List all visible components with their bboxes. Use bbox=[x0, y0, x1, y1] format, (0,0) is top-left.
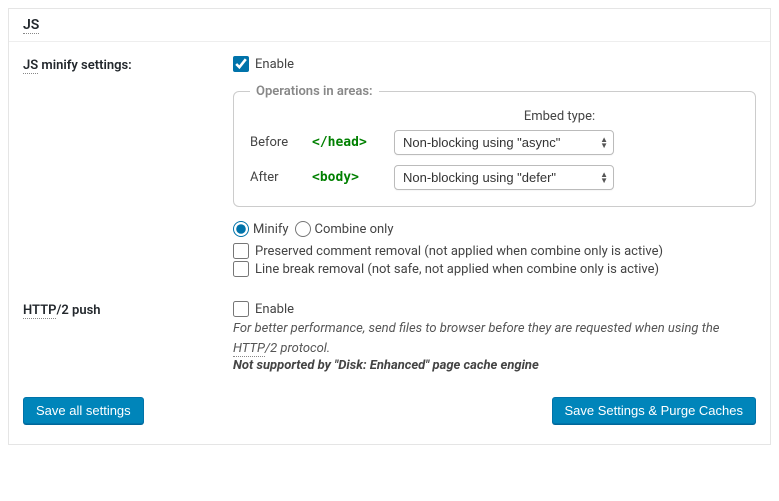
http2-label: HTTP/2 push bbox=[23, 301, 233, 318]
ops-row-after: After <body> Non-blocking using "defer" … bbox=[250, 165, 739, 190]
http2-enable-label: Enable bbox=[255, 302, 294, 317]
js-minify-label: JS minify settings: bbox=[23, 56, 233, 73]
js-enable-label: Enable bbox=[255, 57, 294, 72]
panel-title: JS bbox=[23, 17, 756, 33]
js-minify-row: JS minify settings: Enable Operations in… bbox=[23, 56, 756, 279]
save-all-button[interactable]: Save all settings bbox=[23, 397, 144, 424]
save-purge-button[interactable]: Save Settings & Purge Caches bbox=[552, 397, 757, 424]
embed-select-before[interactable]: Non-blocking using "async" bbox=[394, 130, 614, 155]
minify-radio[interactable] bbox=[233, 221, 249, 237]
operations-legend: Operations in areas: bbox=[250, 84, 379, 99]
combine-radio[interactable] bbox=[295, 221, 311, 237]
tag-head: </head> bbox=[312, 135, 382, 150]
http2-row: HTTP/2 push Enable For better performanc… bbox=[23, 301, 756, 373]
js-minify-content: Enable Operations in areas: Embed type: … bbox=[233, 56, 756, 279]
combine-radio-label: Combine only bbox=[315, 222, 394, 237]
minify-radio-wrap[interactable]: Minify bbox=[233, 221, 289, 237]
pos-before-label: Before bbox=[250, 135, 300, 150]
js-enable-checkbox[interactable] bbox=[233, 56, 249, 72]
linebreak-label: Line break removal (not safe, not applie… bbox=[255, 262, 659, 277]
linebreak-checkbox[interactable] bbox=[233, 261, 249, 277]
minify-radio-label: Minify bbox=[253, 222, 289, 237]
embed-type-header: Embed type: bbox=[380, 109, 739, 124]
pos-after-label: After bbox=[250, 170, 300, 185]
panel-header: JS bbox=[9, 9, 770, 42]
minify-mode-group: Minify Combine only bbox=[233, 221, 756, 237]
http2-not-supported: Not supported by "Disk: Enhanced" page c… bbox=[233, 358, 756, 373]
embed-select-after[interactable]: Non-blocking using "defer" bbox=[394, 165, 614, 190]
http2-content: Enable For better performance, send file… bbox=[233, 301, 756, 373]
tag-body: <body> bbox=[312, 170, 382, 185]
combine-radio-wrap[interactable]: Combine only bbox=[295, 221, 394, 237]
js-settings-panel: JS JS minify settings: Enable Operations… bbox=[8, 8, 771, 445]
button-row: Save all settings Save Settings & Purge … bbox=[23, 397, 756, 424]
preserved-comment-label: Preserved comment removal (not applied w… bbox=[255, 244, 663, 259]
operations-fieldset: Operations in areas: Embed type: Before … bbox=[233, 84, 756, 207]
http2-help-text: For better performance, send files to br… bbox=[233, 319, 756, 358]
ops-row-before: Before </head> Non-blocking using "async… bbox=[250, 130, 739, 155]
preserved-comment-checkbox[interactable] bbox=[233, 243, 249, 259]
http2-enable-checkbox[interactable] bbox=[233, 301, 249, 317]
panel-body: JS minify settings: Enable Operations in… bbox=[9, 42, 770, 444]
